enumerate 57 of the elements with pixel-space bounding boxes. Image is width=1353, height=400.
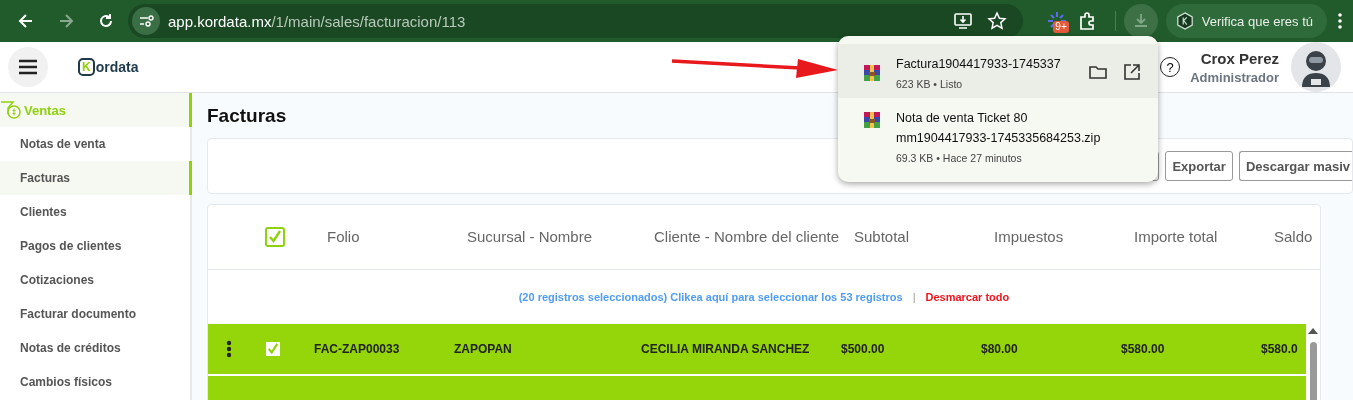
download-item[interactable]: Nota de venta Ticket 80 mm1904417933-1745335684253.zip 69.3 KB • Hace 27 minutos: [838, 98, 1158, 172]
sidebar-item[interactable]: Pagos de clientes: [0, 229, 190, 263]
notification-badge: 9+: [1053, 21, 1069, 33]
table-cell-text: $580.00: [1121, 342, 1166, 356]
scroll-up-icon[interactable]: [1308, 328, 1318, 334]
sidebar-item[interactable]: Cambios físicos: [0, 365, 190, 399]
table-cell-text: $580.0: [1261, 342, 1299, 356]
archive-icon: [862, 110, 882, 130]
download-item[interactable]: Factura1904417933-1745337 623 KB • Listo: [838, 44, 1158, 98]
column-header[interactable]: Saldo: [1261, 226, 1320, 248]
row-checkbox[interactable]: [266, 342, 280, 356]
table-cell-text: ZAPOPAN: [454, 342, 513, 356]
column-header[interactable]: Subtotal: [841, 226, 981, 248]
column-header[interactable]: Folio: [314, 226, 454, 248]
file-name: Factura1904417933-1745337: [896, 56, 1062, 73]
menu-icon: [18, 59, 38, 75]
column-header[interactable]: Importe total: [1121, 226, 1261, 248]
column-header[interactable]: Sucursal - Nombre: [454, 226, 641, 248]
unselect-all-link[interactable]: Desmarcar todo: [925, 291, 1010, 303]
file-status: 69.3 KB • Hace 27 minutos: [896, 152, 1023, 164]
table-cell-text: CECILIA MIRANDA SANCHEZ: [641, 342, 811, 356]
sidebar-item[interactable]: Notas de venta: [0, 127, 190, 161]
sidebar-item[interactable]: Clientes: [0, 195, 190, 229]
logo: K ordata: [78, 58, 139, 76]
file-name: Nota de venta Ticket 80 mm1904417933-1745335684253.zip: [896, 110, 1102, 147]
install-app-icon[interactable]: [953, 11, 974, 31]
table-cell-text: $500.00: [841, 342, 886, 356]
table-row[interactable]: FAC-ZAP00033 ZAPOPAN CECILIA MIRANDA SANCHEZ $500.00 $80.00 $580.00 $580.0: [208, 324, 1306, 374]
file-status: 623 KB • Listo: [896, 78, 964, 90]
table-cell-text: FAC-ZAP00033: [314, 342, 401, 356]
profile-button[interactable]: Verifica que eres tú: [1165, 4, 1327, 38]
user-role: Administrador: [1190, 69, 1279, 85]
site-settings-icon[interactable]: [132, 7, 160, 35]
column-header[interactable]: Cliente - Nombre del cliente: [641, 226, 841, 248]
table-cell-text: $80.00: [981, 342, 1019, 356]
select-all-checkbox[interactable]: [265, 227, 285, 247]
user-name: Crox Perez: [1200, 49, 1279, 67]
menu-button[interactable]: [8, 47, 48, 87]
download-button[interactable]: [1124, 4, 1158, 38]
sidebar-item[interactable]: Facturas: [0, 161, 192, 195]
page-title: Facturas: [207, 104, 287, 128]
sidebar-item[interactable]: Facturar documento: [0, 297, 190, 331]
separator: |: [912, 291, 916, 303]
row-menu-icon[interactable]: [226, 340, 232, 358]
toolbar-button[interactable]: Descargar masiv: [1238, 151, 1352, 181]
sidebar-item[interactable]: Cotizaciones: [0, 263, 190, 297]
column-header[interactable]: Impuestos: [981, 226, 1121, 248]
star-icon[interactable]: [987, 11, 1008, 31]
more-menu-icon[interactable]: [1337, 11, 1343, 31]
sidebar-item[interactable]: Notas de créditos: [0, 331, 190, 365]
toolbar-button[interactable]: Exportar: [1165, 151, 1233, 181]
open-external-icon[interactable]: [1122, 62, 1142, 82]
avatar[interactable]: [1291, 42, 1341, 92]
address-bar[interactable]: app.kordata.mx/1/main/sales/facturacion/113: [128, 4, 1024, 38]
archive-icon: [862, 63, 882, 83]
hexagon-icon: [1175, 12, 1194, 30]
sales-icon: [0, 100, 22, 120]
